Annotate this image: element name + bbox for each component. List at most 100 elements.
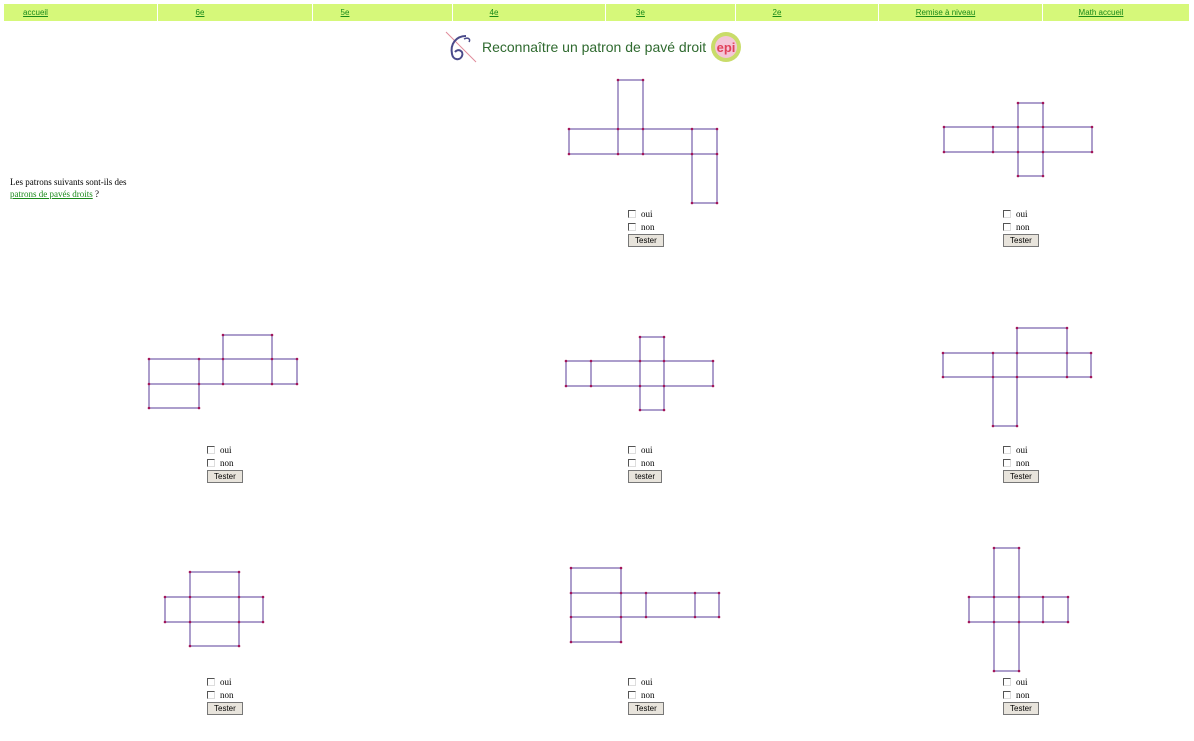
net-vertex — [992, 595, 996, 599]
epi-logo-icon[interactable]: epi — [710, 31, 742, 63]
nav-link-6e[interactable]: 6e — [196, 8, 205, 17]
six-logo-icon — [445, 31, 477, 63]
choices-3: oui non Tester — [207, 443, 267, 483]
net-vertex — [1016, 150, 1020, 154]
net-vertex — [992, 669, 996, 673]
net-vertex — [1017, 669, 1021, 673]
net-vertex — [715, 201, 719, 205]
net-vertex — [163, 595, 167, 599]
tester-button[interactable]: Tester — [1003, 702, 1039, 715]
intro-question: Les patrons suivants sont-ils des — [10, 177, 127, 187]
non-checkbox[interactable] — [1003, 690, 1011, 699]
net-vertex — [991, 375, 995, 379]
page-header: Reconnaître un patron de pavé droit epi — [444, 30, 742, 64]
net-5-drawing — [941, 326, 1093, 428]
net-vertex — [992, 620, 996, 624]
net-vertex — [967, 620, 971, 624]
svg-text:epi: epi — [717, 40, 736, 55]
oui-checkbox[interactable] — [207, 677, 215, 686]
oui-checkbox[interactable] — [628, 445, 636, 454]
net-vertex — [1090, 150, 1094, 154]
net-4-drawing — [564, 335, 715, 412]
tester-button[interactable]: Tester — [1003, 470, 1039, 483]
nav-link-remise-a-niveau[interactable]: Remise à niveau — [916, 8, 976, 17]
nav-link-3e[interactable]: 3e — [636, 8, 645, 17]
net-vertex — [270, 357, 274, 361]
net-vertex — [261, 595, 265, 599]
non-checkbox[interactable] — [628, 458, 636, 467]
net-vertex — [1016, 125, 1020, 129]
intro-suffix: ? — [92, 189, 99, 199]
net-vertex — [941, 375, 945, 379]
net-vertex — [1015, 351, 1019, 355]
net-vertex — [221, 333, 225, 337]
non-label: non — [220, 457, 234, 468]
oui-checkbox[interactable] — [628, 677, 636, 686]
oui-label: oui — [1016, 208, 1028, 219]
net-vertex — [270, 333, 274, 337]
oui-checkbox[interactable] — [1003, 445, 1011, 454]
tester-button[interactable]: Tester — [628, 702, 664, 715]
net-2-drawing — [942, 101, 1094, 178]
non-checkbox[interactable] — [1003, 458, 1011, 467]
net-vertex — [690, 152, 694, 156]
net-vertex — [1015, 424, 1019, 428]
net-vertex — [589, 384, 593, 388]
net-vertex — [1041, 101, 1045, 105]
nav-cell-math-accueil: Math accueil — [1043, 4, 1189, 21]
net-vertex — [641, 78, 645, 82]
choices-7: oui non Tester — [628, 675, 688, 715]
nav-cell-accueil: accueil — [4, 4, 158, 21]
net-vertex — [638, 359, 642, 363]
net-vertex — [564, 384, 568, 388]
tester-button[interactable]: Tester — [207, 470, 243, 483]
net-vertex — [619, 640, 623, 644]
net-vertex — [662, 408, 666, 412]
oui-label: oui — [641, 444, 653, 455]
net-vertex — [711, 384, 715, 388]
non-checkbox[interactable] — [628, 690, 636, 699]
nav-link-4e[interactable]: 4e — [490, 8, 499, 17]
net-vertex — [1065, 351, 1069, 355]
net-vertex — [619, 566, 623, 570]
nav-link-accueil[interactable]: accueil — [23, 8, 48, 17]
oui-checkbox[interactable] — [1003, 677, 1011, 686]
net-vertex — [569, 640, 573, 644]
intro-text: Les patrons suivants sont-ils des patron… — [10, 176, 160, 200]
non-checkbox[interactable] — [1003, 222, 1011, 231]
nav-link-5e[interactable]: 5e — [341, 8, 350, 17]
oui-label: oui — [1016, 676, 1028, 687]
net-vertex — [197, 357, 201, 361]
nav-cell-3e: 3e — [606, 4, 736, 21]
tester-button[interactable]: Tester — [1003, 234, 1039, 247]
nav-link-math-accueil[interactable]: Math accueil — [1079, 8, 1124, 17]
net-vertex — [1016, 101, 1020, 105]
net-vertex — [197, 406, 201, 410]
net-vertex — [690, 201, 694, 205]
net-vertex — [717, 615, 721, 619]
net-vertex — [589, 359, 593, 363]
non-checkbox[interactable] — [628, 222, 636, 231]
net-vertex — [237, 595, 241, 599]
oui-checkbox[interactable] — [1003, 209, 1011, 218]
patrons-link[interactable]: patrons de pavés droits — [10, 189, 93, 199]
tester-button[interactable]: tester — [628, 470, 663, 483]
oui-checkbox[interactable] — [207, 445, 215, 454]
non-checkbox[interactable] — [207, 458, 215, 467]
tester-button[interactable]: Tester — [207, 702, 243, 715]
tester-button[interactable]: Tester — [628, 234, 664, 247]
net-vertex — [967, 595, 971, 599]
net-vertex — [644, 615, 648, 619]
net-vertex — [147, 357, 151, 361]
oui-checkbox[interactable] — [628, 209, 636, 218]
net-vertex — [163, 620, 167, 624]
net-vertex — [237, 570, 241, 574]
net-vertex — [942, 125, 946, 129]
nav-cell-2e: 2e — [736, 4, 879, 21]
net-vertex — [1016, 174, 1020, 178]
net-vertex — [221, 357, 225, 361]
net-vertex — [1015, 375, 1019, 379]
nav-link-2e[interactable]: 2e — [773, 8, 782, 17]
non-label: non — [641, 221, 655, 232]
non-checkbox[interactable] — [207, 690, 215, 699]
